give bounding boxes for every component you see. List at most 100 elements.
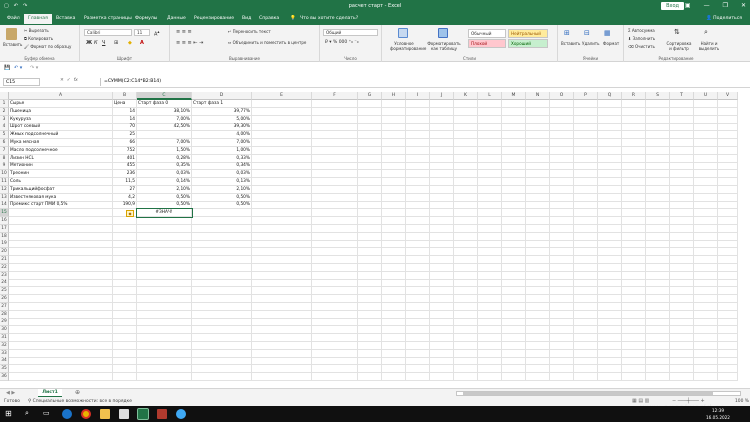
empty-cell[interactable]: [406, 178, 430, 186]
row-header[interactable]: 12: [0, 185, 9, 194]
table-cell[interactable]: 0,14%: [137, 178, 192, 186]
empty-cell[interactable]: [574, 240, 598, 249]
empty-cell[interactable]: [526, 107, 550, 116]
empty-cell[interactable]: [312, 185, 358, 194]
empty-cell[interactable]: [406, 107, 430, 116]
empty-cell[interactable]: [550, 263, 574, 272]
empty-cell[interactable]: [526, 185, 550, 194]
table-cell[interactable]: Метионин: [9, 162, 113, 171]
empty-cell[interactable]: [478, 201, 502, 210]
empty-cell[interactable]: [670, 154, 694, 163]
empty-cell[interactable]: [382, 365, 406, 374]
empty-cell[interactable]: [478, 100, 502, 108]
column-header[interactable]: F: [312, 92, 358, 100]
empty-cell[interactable]: [382, 240, 406, 249]
empty-cell[interactable]: [526, 326, 550, 335]
empty-cell[interactable]: [622, 139, 646, 147]
empty-cell[interactable]: [454, 115, 478, 124]
table-cell[interactable]: 1,00%: [192, 146, 252, 155]
style-normal[interactable]: Обычный: [468, 29, 506, 38]
empty-cell[interactable]: [718, 279, 738, 288]
empty-cell[interactable]: [718, 256, 738, 264]
empty-cell[interactable]: [598, 302, 622, 311]
empty-cell[interactable]: [478, 310, 502, 319]
table-cell[interactable]: [137, 326, 192, 335]
empty-cell[interactable]: [502, 139, 526, 147]
table-cell[interactable]: [113, 357, 137, 366]
empty-cell[interactable]: [622, 178, 646, 186]
table-cell[interactable]: 752: [113, 146, 137, 155]
number-format-select[interactable]: Общий: [323, 29, 378, 36]
empty-cell[interactable]: [526, 170, 550, 179]
empty-cell[interactable]: [406, 131, 430, 140]
table-cell[interactable]: 0,50%: [137, 193, 192, 202]
edge-icon[interactable]: [62, 409, 72, 419]
empty-cell[interactable]: [646, 224, 670, 233]
table-cell[interactable]: [192, 240, 252, 249]
empty-cell[interactable]: [598, 154, 622, 163]
empty-cell[interactable]: [694, 240, 718, 249]
empty-cell[interactable]: [430, 287, 454, 296]
table-cell[interactable]: [9, 217, 113, 225]
empty-cell[interactable]: [478, 357, 502, 366]
table-cell[interactable]: [137, 232, 192, 241]
empty-cell[interactable]: [694, 326, 718, 335]
bold-button[interactable]: Ж: [86, 40, 92, 46]
empty-cell[interactable]: [550, 217, 574, 225]
empty-cell[interactable]: [430, 170, 454, 179]
select-all-corner[interactable]: [0, 92, 9, 100]
empty-cell[interactable]: [646, 240, 670, 249]
empty-cell[interactable]: [526, 240, 550, 249]
empty-cell[interactable]: [252, 217, 312, 225]
empty-cell[interactable]: [252, 334, 312, 342]
row-header[interactable]: 29: [0, 318, 9, 327]
empty-cell[interactable]: [526, 357, 550, 366]
table-cell[interactable]: 0,33%: [192, 154, 252, 163]
empty-cell[interactable]: [598, 279, 622, 288]
empty-cell[interactable]: [454, 326, 478, 335]
empty-cell[interactable]: [670, 373, 694, 381]
empty-cell[interactable]: [406, 115, 430, 124]
empty-cell[interactable]: [382, 100, 406, 108]
empty-cell[interactable]: [454, 357, 478, 366]
empty-cell[interactable]: [358, 271, 382, 280]
empty-cell[interactable]: [382, 318, 406, 327]
empty-cell[interactable]: [622, 193, 646, 202]
empty-cell[interactable]: [670, 217, 694, 225]
empty-cell[interactable]: [574, 271, 598, 280]
empty-cell[interactable]: [502, 232, 526, 241]
empty-cell[interactable]: [574, 279, 598, 288]
empty-cell[interactable]: [718, 295, 738, 303]
empty-cell[interactable]: [430, 271, 454, 280]
empty-cell[interactable]: [358, 349, 382, 358]
table-cell[interactable]: [192, 209, 252, 218]
find-select-button[interactable]: Найти и выделить: [696, 41, 722, 51]
empty-cell[interactable]: [406, 334, 430, 342]
empty-cell[interactable]: [670, 123, 694, 132]
empty-cell[interactable]: [252, 240, 312, 249]
row-header[interactable]: 18: [0, 232, 9, 241]
add-sheet-icon[interactable]: ⊕: [75, 389, 80, 396]
table-cell[interactable]: 455: [113, 162, 137, 171]
empty-cell[interactable]: [382, 349, 406, 358]
format-cells-icon[interactable]: ▦: [604, 29, 611, 37]
empty-cell[interactable]: [252, 271, 312, 280]
empty-cell[interactable]: [622, 271, 646, 280]
table-cell[interactable]: [137, 256, 192, 264]
copy-button[interactable]: ⧉ Копировать: [24, 36, 53, 41]
empty-cell[interactable]: [550, 232, 574, 241]
empty-cell[interactable]: [312, 365, 358, 374]
font-grow-icon[interactable]: A▴: [154, 29, 160, 38]
empty-cell[interactable]: [430, 349, 454, 358]
empty-cell[interactable]: [358, 279, 382, 288]
empty-cell[interactable]: [718, 201, 738, 210]
empty-cell[interactable]: [454, 232, 478, 241]
format-painter-button[interactable]: 🖌 Формат по образцу: [24, 44, 71, 49]
empty-cell[interactable]: [252, 310, 312, 319]
row-header[interactable]: 21: [0, 256, 9, 264]
empty-cell[interactable]: [670, 349, 694, 358]
column-header[interactable]: R: [622, 92, 646, 100]
empty-cell[interactable]: [694, 224, 718, 233]
empty-cell[interactable]: [430, 217, 454, 225]
empty-cell[interactable]: [670, 107, 694, 116]
